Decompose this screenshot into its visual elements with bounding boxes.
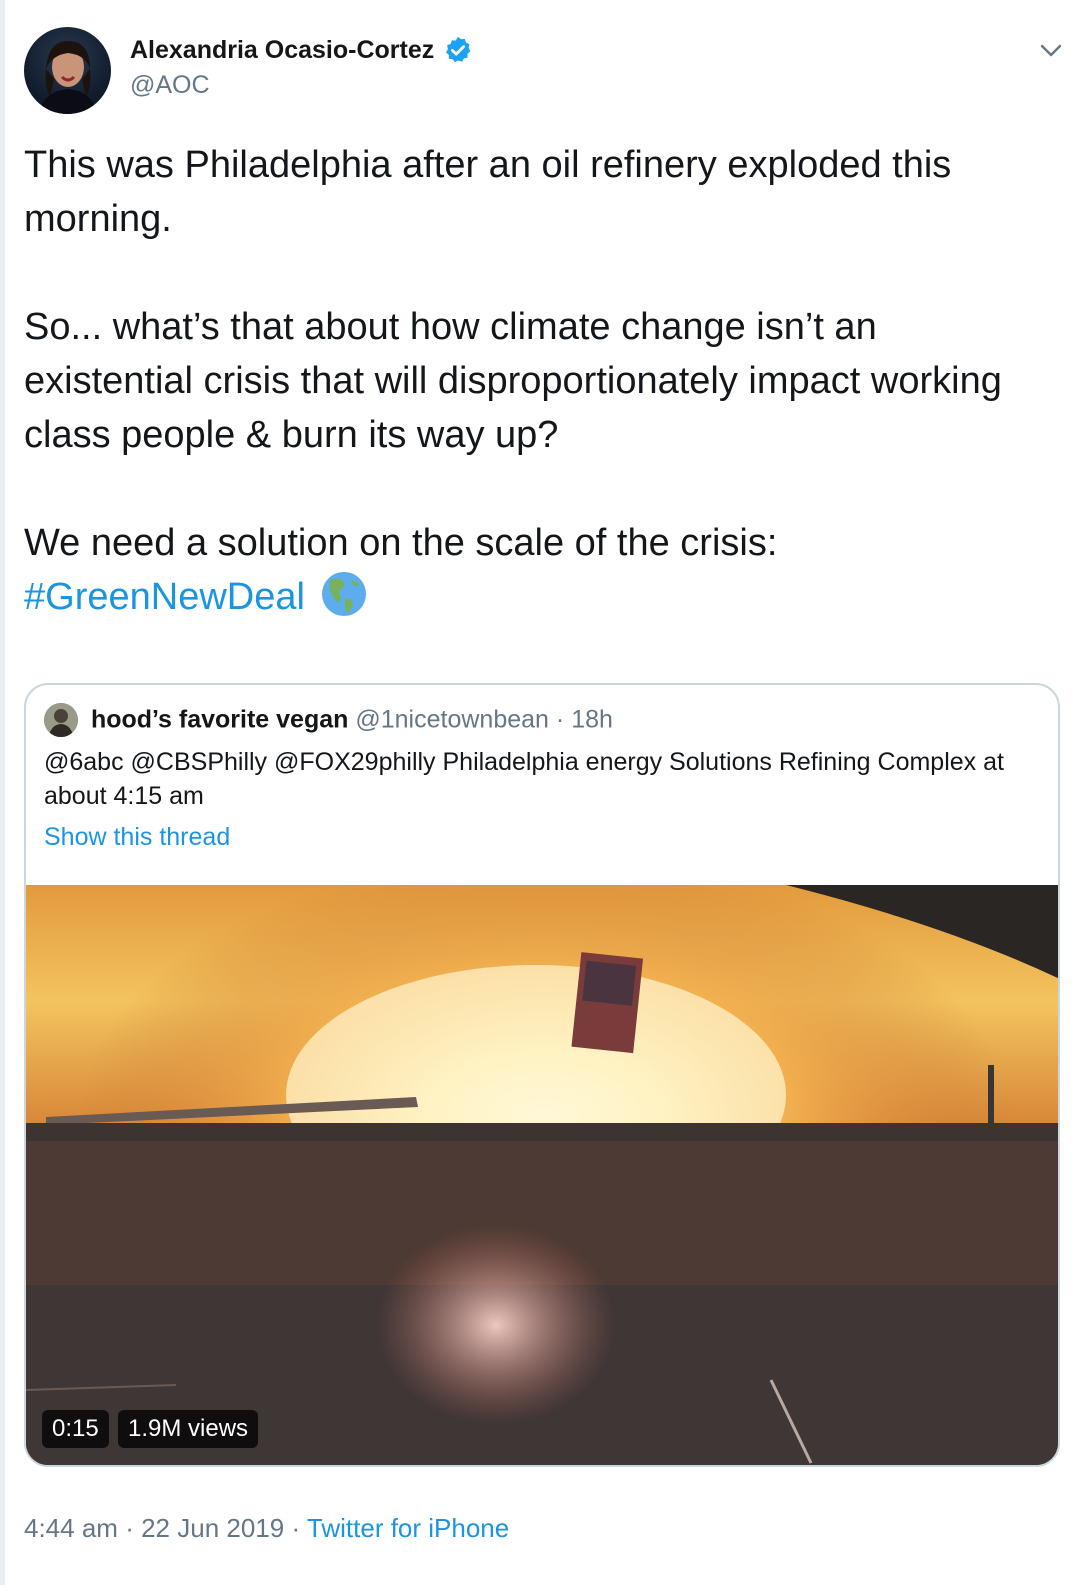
separator-dot: · xyxy=(555,705,565,734)
video-views-badge: 1.9M views xyxy=(118,1410,259,1448)
left-divider xyxy=(0,0,5,1585)
quoted-tweet-header: hood’s favorite vegan @1nicetownbean · 1… xyxy=(44,703,613,739)
chevron-down-icon[interactable] xyxy=(1038,37,1064,63)
quoted-tweet-text: @6abc @CBSPhilly @FOX29philly Philadelph… xyxy=(44,748,1004,810)
tweet-source-link[interactable]: Twitter for iPhone xyxy=(307,1513,509,1543)
video-duration-badge: 0:15 xyxy=(42,1410,109,1448)
tweet-header: Alexandria Ocasio-Cortez @AOC xyxy=(24,27,1064,117)
quoted-tweet-card[interactable]: hood’s favorite vegan @1nicetownbean · 1… xyxy=(24,683,1060,1467)
tweet-paragraph: So... what’s that about how climate chan… xyxy=(24,306,1002,456)
tweet-paragraph: This was Philadelphia after an oil refin… xyxy=(24,144,952,240)
tweet-paragraph: We need a solution on the scale of the c… xyxy=(24,522,778,564)
globe-americas-icon xyxy=(322,572,367,616)
separator-dot: · xyxy=(125,1513,134,1543)
separator-dot: · xyxy=(291,1513,301,1543)
quoted-handle[interactable]: @1nicetownbean xyxy=(355,706,549,734)
verified-badge-icon xyxy=(445,36,471,63)
tweet-body: This was Philadelphia after an oil refin… xyxy=(24,138,1054,624)
quoted-avatar[interactable] xyxy=(44,703,78,737)
author-display-name[interactable]: Alexandria Ocasio-Cortez xyxy=(130,36,434,65)
hashtag-link[interactable]: #GreenNewDeal xyxy=(24,576,305,618)
tweet-time[interactable]: 4:44 am xyxy=(24,1513,118,1543)
tweet-footer: 4:44 am · 22 Jun 2019 · Twitter for iPho… xyxy=(24,1513,509,1544)
author-handle[interactable]: @AOC xyxy=(130,71,473,100)
tweet-date[interactable]: 22 Jun 2019 xyxy=(141,1513,284,1543)
quoted-timestamp[interactable]: 18h xyxy=(571,706,613,734)
show-thread-link[interactable]: Show this thread xyxy=(44,823,230,852)
video-frame xyxy=(26,885,1058,1465)
avatar[interactable] xyxy=(24,27,111,114)
quoted-display-name[interactable]: hood’s favorite vegan xyxy=(91,706,348,734)
video-player[interactable]: 0:15 1.9M views xyxy=(26,885,1058,1465)
author-names: Alexandria Ocasio-Cortez @AOC xyxy=(130,35,473,100)
